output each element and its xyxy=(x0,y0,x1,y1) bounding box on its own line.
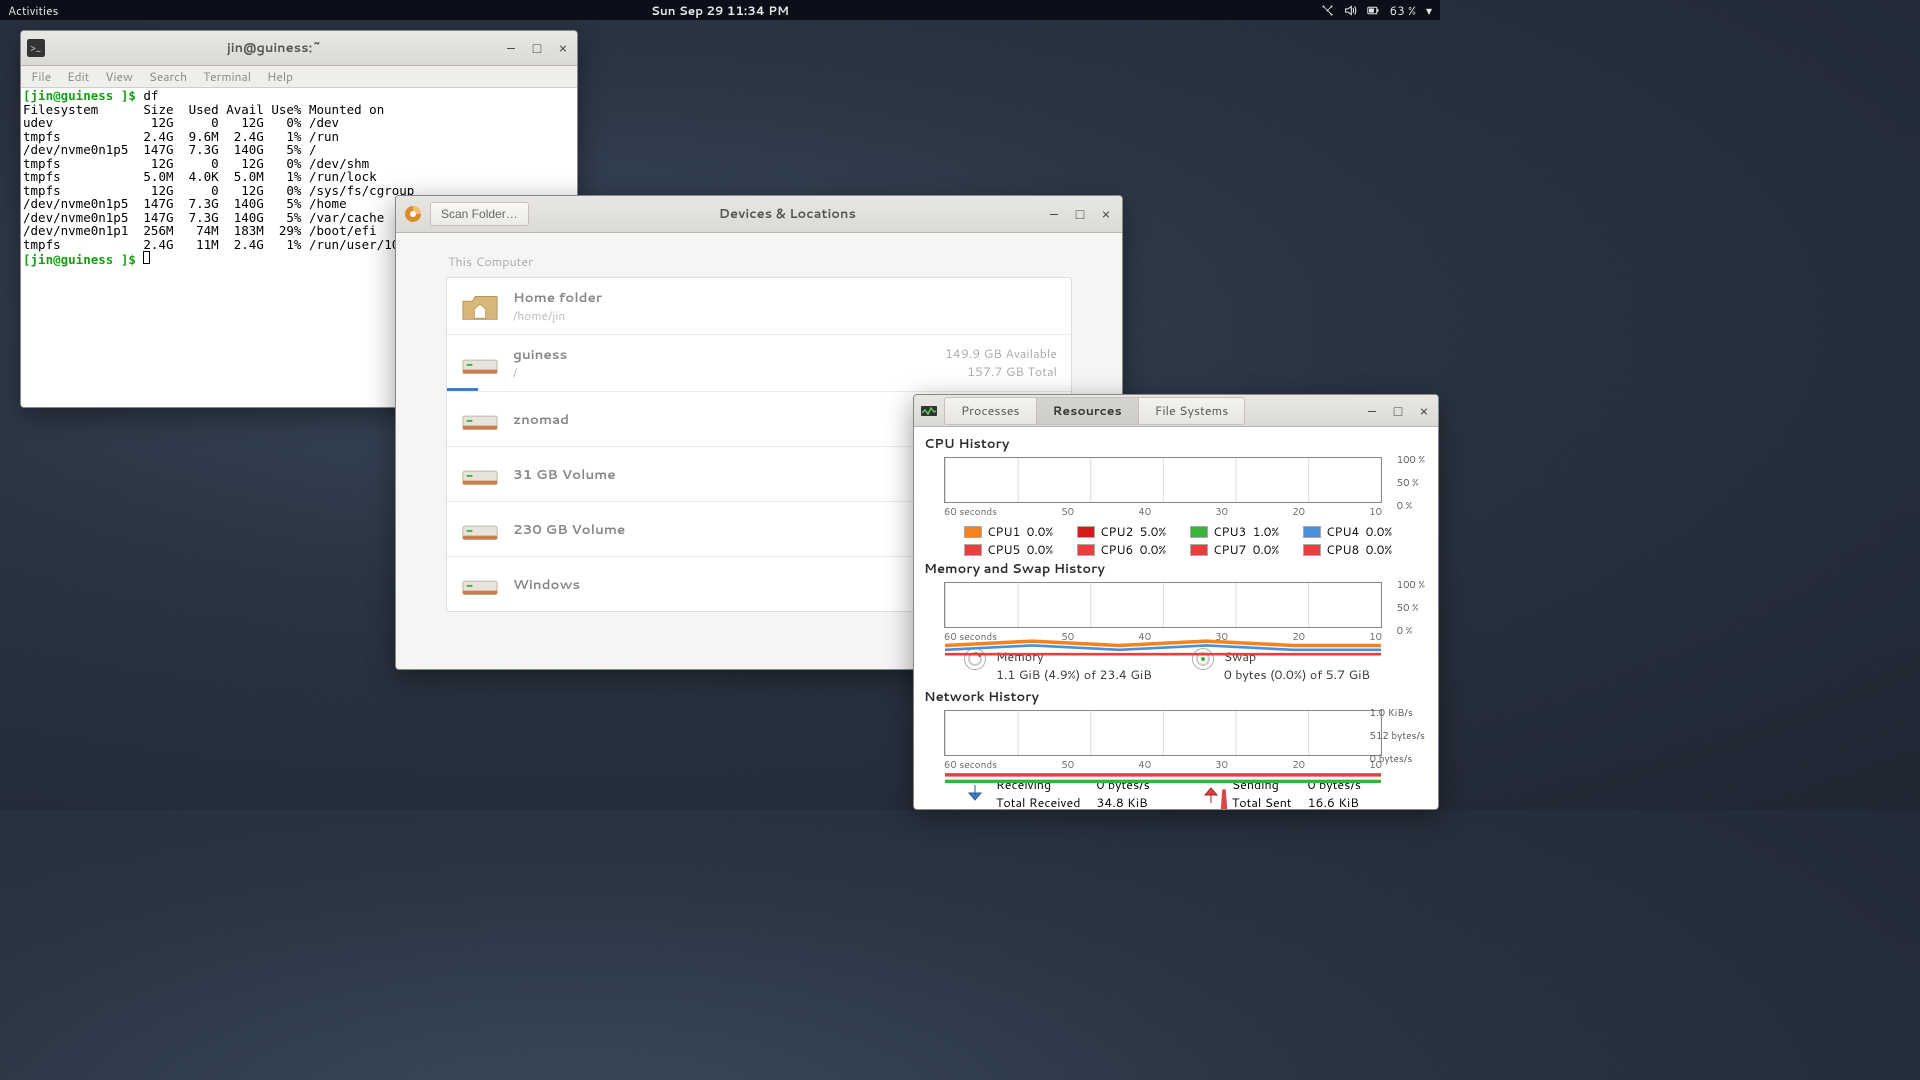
menu-file[interactable]: File xyxy=(31,68,51,85)
menu-help[interactable]: Help xyxy=(267,68,293,85)
section-header: This Computer xyxy=(448,253,1072,271)
network-chart: 1.0 KiB/s512 bytes/s0 bytes/s xyxy=(944,710,1382,756)
sysmon-app-icon xyxy=(920,402,938,420)
maximize-button[interactable]: □ xyxy=(529,40,545,56)
sysmon-tabs: ProcessesResourcesFile Systems xyxy=(944,397,1245,425)
chevron-down-icon: ▾ xyxy=(1426,2,1432,19)
cpu-chart: 100 %50 %0 % xyxy=(944,457,1382,503)
menu-terminal[interactable]: Terminal xyxy=(203,68,251,85)
svg-text:>_: >_ xyxy=(30,41,41,55)
location-title: guiness xyxy=(513,345,931,364)
menu-search[interactable]: Search xyxy=(149,68,187,85)
system-tray[interactable]: 63 % ▾ xyxy=(1321,2,1432,19)
system-monitor-window: ProcessesResourcesFile Systems – □ × CPU… xyxy=(913,394,1439,810)
activities-button[interactable]: Activities xyxy=(8,2,59,19)
sysmon-headerbar[interactable]: ProcessesResourcesFile Systems – □ × xyxy=(914,395,1438,427)
scan-folder-button[interactable]: Scan Folder… xyxy=(430,202,529,226)
maximize-button[interactable]: □ xyxy=(1072,206,1088,222)
cpu-history-title: CPU History xyxy=(924,435,1428,453)
location-item[interactable]: Home folder /home/jin xyxy=(447,278,1071,335)
sysmon-body: CPU History 100 %50 %0 % 60 seconds50403… xyxy=(914,427,1438,810)
maximize-button[interactable]: □ xyxy=(1390,403,1406,419)
location-path: /home/jin xyxy=(513,307,1057,324)
close-button[interactable]: × xyxy=(555,40,571,56)
menu-edit[interactable]: Edit xyxy=(67,68,89,85)
terminal-title: jin@guiness:~ xyxy=(45,39,503,57)
menu-view[interactable]: View xyxy=(105,68,133,85)
network-icon xyxy=(1321,4,1334,17)
disk-analyzer-headerbar[interactable]: Scan Folder… Devices & Locations – □ × xyxy=(396,196,1122,233)
terminal-menubar: File Edit View Search Terminal Help xyxy=(21,66,577,88)
location-available: 149.9 GB Available xyxy=(945,345,1057,363)
volume-icon xyxy=(1344,4,1357,17)
memory-chart: 100 %50 %0 % xyxy=(944,582,1382,628)
close-button[interactable]: × xyxy=(1416,403,1432,419)
terminal-app-icon: >_ xyxy=(27,39,45,57)
battery-percent: 63 % xyxy=(1390,2,1416,19)
minimize-button[interactable]: – xyxy=(503,40,519,56)
location-path: / xyxy=(513,364,931,381)
location-title: Home folder xyxy=(513,288,1057,307)
minimize-button[interactable]: – xyxy=(1364,403,1380,419)
tab-resources[interactable]: Resources xyxy=(1037,398,1139,424)
close-button[interactable]: × xyxy=(1098,206,1114,222)
clock[interactable]: Sun Sep 29 11:34 PM xyxy=(651,2,789,19)
disk-analyzer-app-icon xyxy=(404,205,422,223)
gnome-topbar: Activities Sun Sep 29 11:34 PM 63 % ▾ xyxy=(0,0,1440,20)
disk-analyzer-title: Devices & Locations xyxy=(537,205,1038,223)
battery-icon xyxy=(1367,4,1380,17)
scan-progress xyxy=(447,388,478,391)
location-item[interactable]: guiness / 149.9 GB Available157.7 GB Tot… xyxy=(447,335,1071,392)
tab-file-systems[interactable]: File Systems xyxy=(1139,398,1245,424)
location-total: 157.7 GB Total xyxy=(945,363,1057,381)
tab-processes[interactable]: Processes xyxy=(945,398,1037,424)
minimize-button[interactable]: – xyxy=(1046,206,1062,222)
terminal-titlebar[interactable]: >_ jin@guiness:~ – □ × xyxy=(21,31,577,66)
